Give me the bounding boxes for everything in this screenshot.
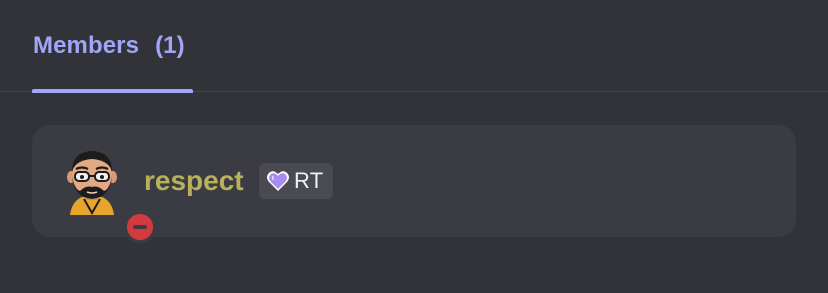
tab-label-text: Members (33, 32, 140, 59)
member-list-item[interactable]: respect RT (32, 125, 796, 243)
active-tab-indicator (32, 89, 193, 93)
tab-members-label: Members (1) (33, 32, 185, 60)
purple-heart-icon (267, 171, 289, 191)
role-label: RT (294, 168, 324, 193)
bearded-man-avatar-icon (67, 151, 117, 216)
avatar[interactable] (60, 147, 156, 243)
do-not-disturb-status-icon (124, 211, 156, 243)
tab-members[interactable]: Members (1) (32, 0, 193, 93)
role-tag[interactable]: RT (259, 163, 333, 199)
members-tab-bar: Members (1) (0, 0, 828, 93)
tab-member-count: (1) (155, 32, 185, 59)
member-name[interactable]: respect (144, 165, 244, 197)
